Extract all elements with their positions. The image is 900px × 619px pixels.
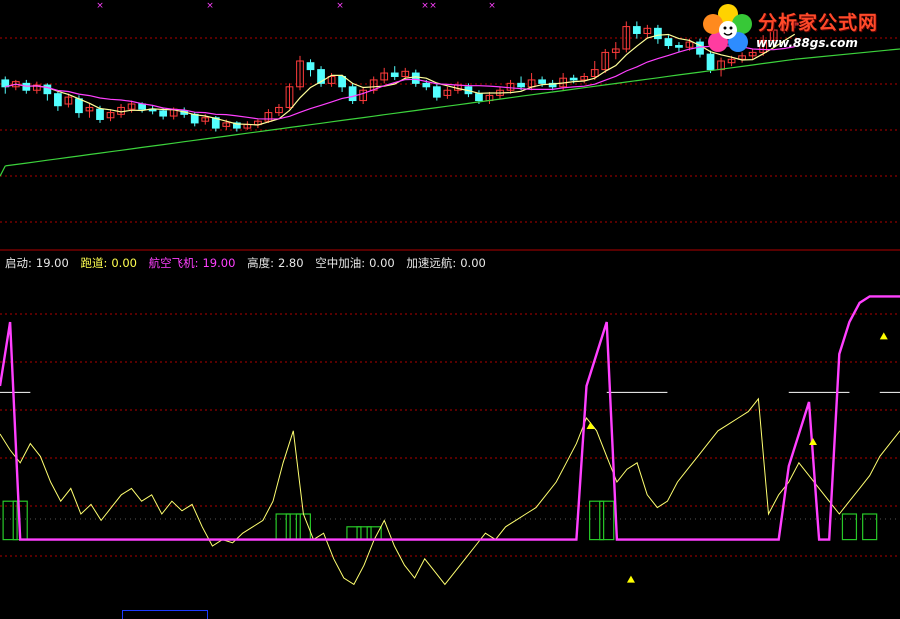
readout-label: 航空飞机: [148,256,199,270]
triangle-marker [626,575,635,583]
readout-value: 2.80 [277,256,304,270]
triangle-marker [586,422,595,429]
oscillator-line [0,397,900,586]
readout-item-runway: 跑道: 0.00 [80,256,140,270]
readout-item-height: 高度: 2.80 [247,256,307,270]
runway-line [0,295,900,541]
signal-bar [599,500,615,541]
readout-item-accelerate: 加速远航: 0.00 [406,256,489,270]
flower-logo-icon [703,4,752,52]
readout-item-aircraft: 航空飞机: 19.00 [149,256,240,270]
signal-bar [841,513,858,541]
readout-item-start: 启动: 19.00 [5,256,73,270]
readout-label: 加速远航: [406,256,457,270]
logo-url: www.88gs.com [756,36,858,50]
readout-label: 跑道: [80,256,108,270]
readout-value: 19.00 [202,256,236,270]
signal-bar [366,526,382,541]
readout-value: 19.00 [35,256,69,270]
readout-label: 高度: [247,256,274,270]
triangle-marker [879,332,888,340]
signal-bar [275,513,291,541]
site-logo: 分析家公式网 www.88gs.com [700,2,898,58]
chart-stage: { "logo": { "title": "分析家公式网", "url": "w… [0,0,900,619]
indicator-panel [0,295,900,586]
readout-value: 0.00 [111,256,137,270]
signal-bar [285,513,301,541]
signal-bar [862,513,878,541]
indicator-readout: 启动: 19.00 跑道: 0.00 航空飞机: 19.00 高度: 2.80 空中加油… [5,255,494,271]
logo-title: 分析家公式网 [758,12,879,34]
triangle-marker [808,438,817,445]
signal-bar [346,526,362,541]
readout-item-refuel: 空中加油: 0.00 [315,256,398,270]
readout-value: 0.00 [460,256,486,270]
signal-bar [589,500,605,541]
signal-bar [2,500,18,541]
date-tag [122,610,208,619]
signal-bar [356,526,372,541]
readout-label: 启动: [5,256,32,270]
readout-label: 空中加油: [315,256,366,270]
readout-value: 0.00 [369,256,395,270]
